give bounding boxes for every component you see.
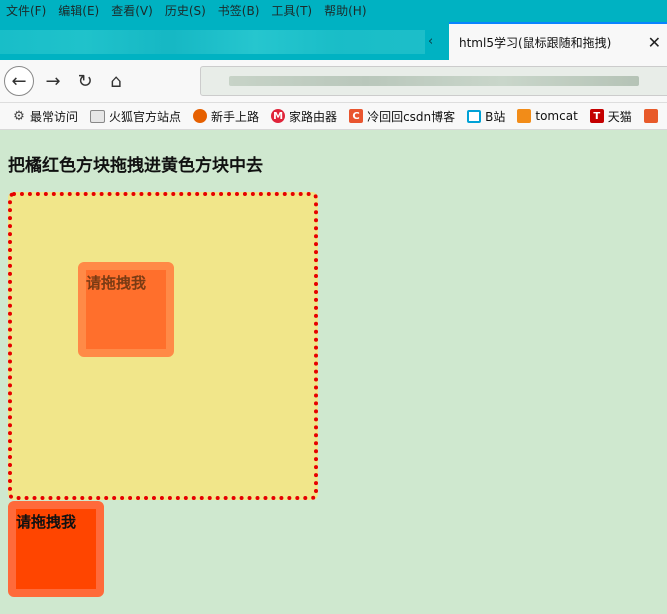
arrow-left-icon: ← — [11, 70, 27, 92]
forward-button[interactable]: → — [38, 66, 68, 96]
bookmark-tmall[interactable]: T 天猫 — [589, 108, 632, 125]
bookmark-tomcat[interactable]: tomcat — [517, 109, 578, 123]
folder-icon — [90, 109, 106, 123]
menu-history[interactable]: 历史(S) — [159, 0, 212, 22]
reload-button[interactable]: ↻ — [70, 66, 100, 96]
page-content: 把橘红色方块拖拽进黄色方块中去 请拖拽我 请拖拽我 — [0, 130, 667, 614]
tab-scroll-left-icon[interactable]: ‹ — [428, 34, 442, 54]
active-tab[interactable]: html5学习(鼠标跟随和拖拽) ✕ — [449, 22, 667, 60]
tab-title: html5学习(鼠标跟随和拖拽) — [459, 35, 612, 50]
page-heading: 把橘红色方块拖拽进黄色方块中去 — [8, 156, 263, 176]
blurred-url — [229, 76, 639, 86]
back-button[interactable]: ← — [4, 66, 34, 96]
extra-icon — [643, 109, 658, 123]
bookmark-firefox-site[interactable]: 火狐官方站点 — [90, 108, 181, 125]
bookmarks-toolbar: ⚙ 最常访问 火狐官方站点 新手上路 M 家路由器 C 冷回回csdn博客 B站… — [0, 103, 667, 130]
menu-help[interactable]: 帮助(H) — [318, 0, 372, 22]
bookmark-csdn[interactable]: C 冷回回csdn博客 — [349, 108, 455, 125]
menu-tools[interactable]: 工具(T) — [265, 0, 318, 22]
bookmark-label: B站 — [485, 109, 506, 124]
bookmark-label: tomcat — [535, 109, 578, 123]
draggable-orange-box-2[interactable]: 请拖拽我 — [8, 501, 104, 597]
menu-view[interactable]: 查看(V) — [105, 0, 159, 22]
bookmark-getting-started[interactable]: 新手上路 — [193, 108, 259, 125]
bookmark-label: 家路由器 — [289, 109, 338, 124]
navigation-bar: ← → ↻ ⌂ — [0, 60, 667, 103]
address-bar[interactable] — [200, 66, 667, 96]
bookmark-bilibili[interactable]: B站 — [467, 108, 505, 125]
reload-icon: ↻ — [77, 70, 93, 92]
bilibili-icon — [467, 109, 482, 123]
home-button[interactable]: ⌂ — [101, 66, 131, 96]
bookmark-extra[interactable] — [643, 109, 662, 123]
draggable-orange-box-1[interactable]: 请拖拽我 — [78, 262, 174, 357]
arrow-right-icon: → — [45, 70, 61, 92]
home-icon: ⌂ — [110, 70, 122, 92]
drag-label: 请拖拽我 — [16, 513, 77, 531]
router-icon: M — [271, 109, 286, 123]
bookmark-most-visited[interactable]: ⚙ 最常访问 — [12, 108, 78, 125]
gear-icon: ⚙ — [13, 108, 25, 124]
bookmark-label: 冷回回csdn博客 — [367, 109, 456, 124]
drag-label: 请拖拽我 — [86, 274, 147, 292]
blurred-tabs — [0, 30, 425, 54]
csdn-icon: C — [349, 109, 364, 123]
firefox-icon — [193, 109, 208, 123]
bookmark-label: 天猫 — [607, 109, 632, 124]
tmall-icon: T — [589, 109, 604, 123]
bookmark-label: 最常访问 — [30, 109, 79, 124]
menu-bar: 文件(F) 编辑(E) 查看(V) 历史(S) 书签(B) 工具(T) 帮助(H… — [0, 0, 667, 22]
menu-bookmarks[interactable]: 书签(B) — [212, 0, 266, 22]
bookmark-label: 火狐官方站点 — [109, 109, 182, 124]
bookmark-router[interactable]: M 家路由器 — [271, 108, 337, 125]
bookmark-label: 新手上路 — [211, 109, 260, 124]
tab-strip: ‹ html5学习(鼠标跟随和拖拽) ✕ — [0, 22, 667, 60]
close-tab-icon[interactable]: ✕ — [648, 33, 661, 52]
menu-file[interactable]: 文件(F) — [0, 0, 52, 22]
menu-edit[interactable]: 编辑(E) — [52, 0, 105, 22]
tomcat-icon — [517, 109, 532, 123]
